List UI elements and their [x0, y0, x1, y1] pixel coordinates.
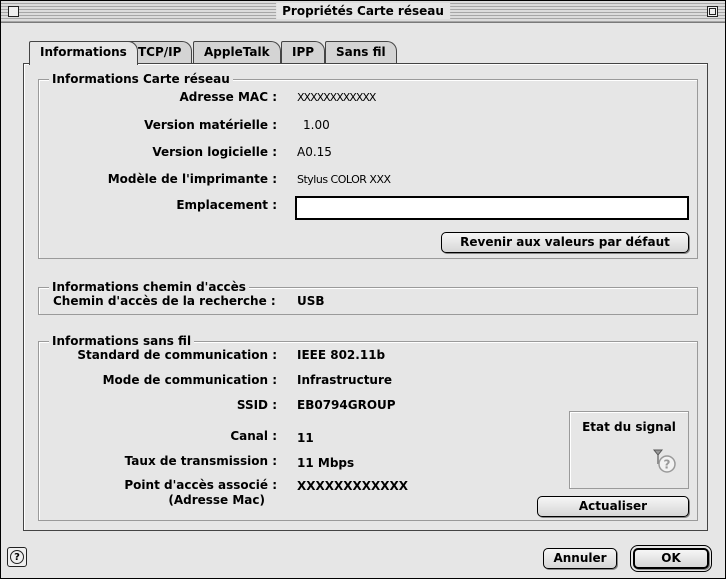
- ssid-label: SSID :: [236, 398, 277, 412]
- signal-unknown-icon: ?: [652, 449, 676, 473]
- location-label: Emplacement :: [176, 198, 277, 212]
- search-path-value: USB: [297, 294, 325, 308]
- rate-value: 11 Mbps: [297, 456, 355, 470]
- sw-version-label: Version logicielle :: [152, 145, 277, 159]
- search-path-label: Chemin d'accès de la recherche :: [53, 294, 276, 308]
- tab-appletalk[interactable]: AppleTalk: [193, 41, 281, 63]
- ap-label: Point d'accès associé :: [124, 478, 277, 492]
- tab-ipp[interactable]: IPP: [281, 41, 326, 63]
- zoom-box-icon[interactable]: [707, 6, 718, 17]
- window-title: Propriétés Carte réseau: [276, 3, 450, 19]
- mode-label: Mode de communication :: [102, 373, 277, 387]
- tab-informations[interactable]: Informations: [29, 41, 138, 65]
- printer-model-value: Stylus COLOR XXX: [297, 173, 391, 186]
- network-card-group-title: Informations Carte réseau: [49, 72, 233, 86]
- cancel-button[interactable]: Annuler: [543, 548, 617, 569]
- hw-version-label: Version matérielle :: [144, 118, 277, 132]
- svg-text:?: ?: [664, 458, 671, 472]
- path-info-group-title: Informations chemin d'accès: [49, 280, 249, 294]
- help-icon[interactable]: ?: [7, 547, 27, 567]
- title-bar[interactable]: Propriétés Carte réseau: [1, 1, 725, 23]
- printer-model-label: Modèle de l'imprimante :: [107, 172, 277, 186]
- channel-value: 11: [297, 431, 314, 445]
- ssid-value: EB0794GROUP: [297, 398, 396, 412]
- mac-address-value: XXXXXXXXXXXX: [297, 91, 376, 104]
- informations-panel: Informations Carte réseau Adresse MAC : …: [23, 63, 708, 531]
- standard-value: IEEE 802.11b: [297, 348, 386, 362]
- refresh-button[interactable]: Actualiser: [537, 496, 689, 517]
- hw-version-value: 1.00: [303, 118, 330, 132]
- sw-version-value: A0.15: [297, 145, 332, 159]
- mode-value: Infrastructure: [297, 373, 393, 387]
- path-info-group: Informations chemin d'accès Chemin d'acc…: [38, 280, 698, 315]
- signal-status-box: Etat du signal ?: [569, 411, 689, 489]
- ap-value: XXXXXXXXXXXX: [297, 479, 409, 493]
- rate-label: Taux de transmission :: [124, 454, 277, 468]
- network-card-group: Informations Carte réseau Adresse MAC : …: [38, 72, 698, 259]
- ap-label-sub: (Adresse Mac): [168, 493, 265, 507]
- close-box-icon[interactable]: [8, 6, 19, 17]
- ok-button[interactable]: OK: [630, 545, 712, 572]
- tab-sans-fil[interactable]: Sans fil: [325, 41, 397, 63]
- mac-address-label: Adresse MAC :: [179, 90, 277, 104]
- location-input[interactable]: [295, 196, 689, 220]
- standard-label: Standard de communication :: [77, 348, 277, 362]
- channel-label: Canal :: [230, 429, 277, 443]
- wireless-info-group-title: Informations sans fil: [49, 334, 195, 348]
- reset-defaults-button[interactable]: Revenir aux valeurs par défaut: [441, 232, 689, 253]
- properties-window: Propriétés Carte réseau Informations TCP…: [0, 0, 726, 579]
- signal-status-title: Etat du signal: [582, 420, 676, 434]
- wireless-info-group: Informations sans fil Standard de commun…: [38, 334, 698, 521]
